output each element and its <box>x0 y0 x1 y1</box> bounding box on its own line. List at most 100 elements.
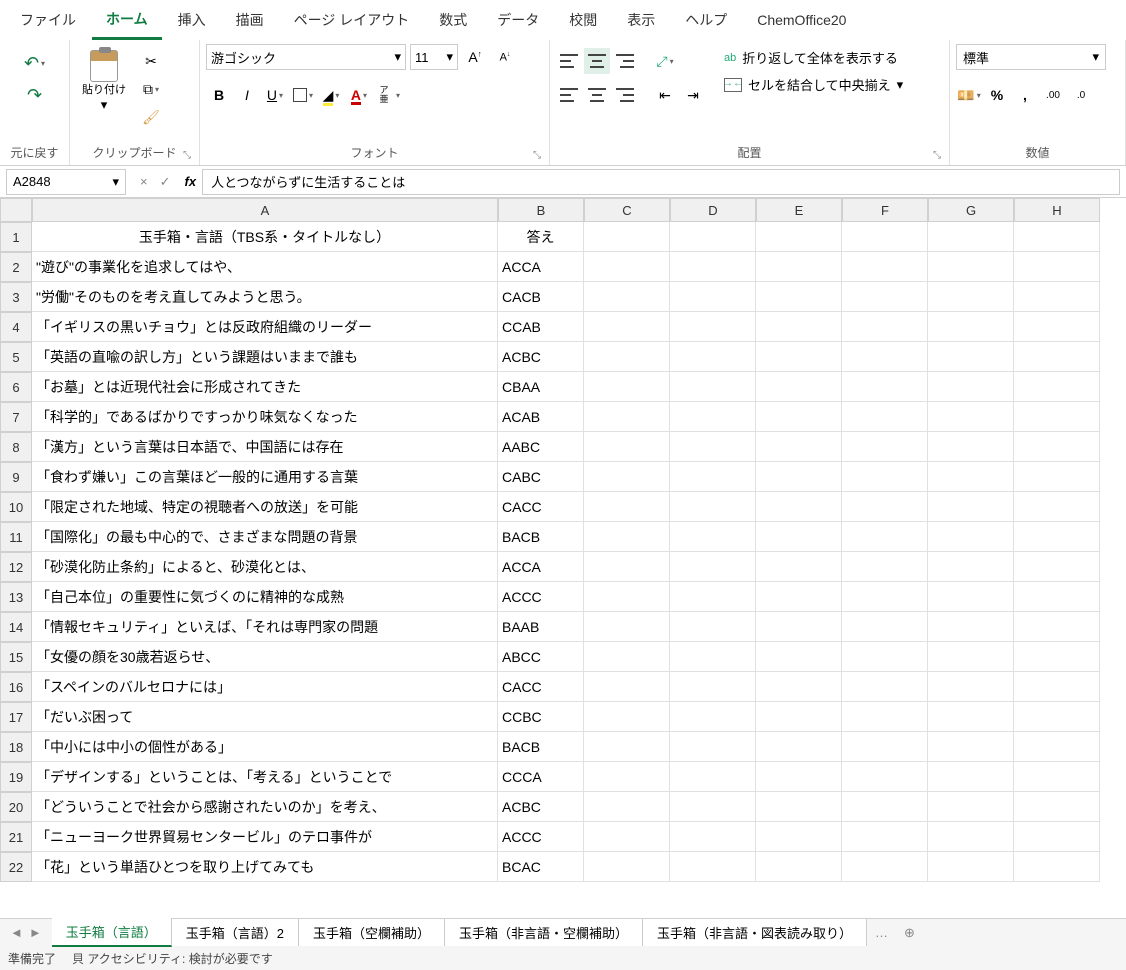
cell-empty[interactable] <box>670 372 756 402</box>
row-header-7[interactable]: 7 <box>0 402 32 432</box>
cell-empty[interactable] <box>670 222 756 252</box>
cell-A8[interactable]: 「漢方」という言葉は日本語で、中国語には存在 <box>32 432 498 462</box>
cell-empty[interactable] <box>584 222 670 252</box>
cell-empty[interactable] <box>842 522 928 552</box>
tab-home[interactable]: ホーム <box>92 1 162 40</box>
cell-empty[interactable] <box>756 402 842 432</box>
cell-empty[interactable] <box>670 492 756 522</box>
cell-empty[interactable] <box>756 522 842 552</box>
cell-A17[interactable]: 「だいぶ困って <box>32 702 498 732</box>
cell-empty[interactable] <box>842 792 928 822</box>
font-color-button[interactable]: A▾ <box>346 82 372 108</box>
cell-A9[interactable]: 「食わず嫌い」この言葉ほど一般的に通用する言葉 <box>32 462 498 492</box>
sheet-tab-1[interactable]: 玉手箱（言語） <box>52 918 172 947</box>
cell-A7[interactable]: 「科学的」であるばかりですっかり味気なくなった <box>32 402 498 432</box>
cell-empty[interactable] <box>584 432 670 462</box>
cell-empty[interactable] <box>1014 522 1100 552</box>
cell-empty[interactable] <box>1014 822 1100 852</box>
row-header-15[interactable]: 15 <box>0 642 32 672</box>
cell-empty[interactable] <box>928 312 1014 342</box>
cell-A12[interactable]: 「砂漠化防止条約」によると、砂漠化とは、 <box>32 552 498 582</box>
cell-empty[interactable] <box>1014 672 1100 702</box>
row-header-6[interactable]: 6 <box>0 372 32 402</box>
cell-empty[interactable] <box>584 672 670 702</box>
tab-formulas[interactable]: 数式 <box>425 2 481 38</box>
align-top-button[interactable] <box>556 48 582 74</box>
col-header-D[interactable]: D <box>670 198 756 222</box>
cell-empty[interactable] <box>756 372 842 402</box>
col-header-E[interactable]: E <box>756 198 842 222</box>
spreadsheet-grid[interactable]: ABCDEFGH1玉手箱・言語（TBS系・タイトルなし）答え2"遊び"の事業化を… <box>0 198 1126 918</box>
font-name-select[interactable]: 游ゴシック▾ <box>206 44 406 70</box>
col-header-H[interactable]: H <box>1014 198 1100 222</box>
row-header-5[interactable]: 5 <box>0 342 32 372</box>
cell-empty[interactable] <box>584 342 670 372</box>
row-header-10[interactable]: 10 <box>0 492 32 522</box>
sheet-tab-5[interactable]: 玉手箱（非言語・図表読み取り） <box>643 919 867 946</box>
col-header-A[interactable]: A <box>32 198 498 222</box>
redo-button[interactable]: ↷ <box>22 82 48 108</box>
row-header-14[interactable]: 14 <box>0 612 32 642</box>
cell-empty[interactable] <box>670 852 756 882</box>
merge-center-button[interactable]: セルを結合して中央揃え ▾ <box>724 75 903 94</box>
cut-button[interactable]: ✂ <box>138 48 164 74</box>
cell-empty[interactable] <box>928 492 1014 522</box>
tab-chemoffice[interactable]: ChemOffice20 <box>743 4 860 36</box>
col-header-F[interactable]: F <box>842 198 928 222</box>
enter-formula-button[interactable]: ✓ <box>156 172 175 192</box>
sheet-nav-next[interactable]: ► <box>29 925 42 940</box>
cell-empty[interactable] <box>756 462 842 492</box>
cell-empty[interactable] <box>842 762 928 792</box>
accessibility-status[interactable]: ⾙ アクセシビリティ: 検討が必要です <box>72 950 273 967</box>
cell-B2[interactable]: ACCA <box>498 252 584 282</box>
cell-empty[interactable] <box>928 582 1014 612</box>
cell-empty[interactable] <box>756 252 842 282</box>
cell-empty[interactable] <box>842 402 928 432</box>
cell-empty[interactable] <box>1014 762 1100 792</box>
italic-button[interactable]: I <box>234 82 260 108</box>
cell-empty[interactable] <box>670 522 756 552</box>
fx-label[interactable]: fx <box>179 174 203 189</box>
row-header-16[interactable]: 16 <box>0 672 32 702</box>
ruby-button[interactable]: ア 亜▾ <box>374 82 400 108</box>
underline-button[interactable]: U▾ <box>262 82 288 108</box>
decrease-decimal-button[interactable]: .0 <box>1068 82 1094 108</box>
cell-empty[interactable] <box>584 552 670 582</box>
cell-empty[interactable] <box>1014 852 1100 882</box>
cell-empty[interactable] <box>670 762 756 792</box>
cell-B20[interactable]: ACBC <box>498 792 584 822</box>
cell-empty[interactable] <box>1014 642 1100 672</box>
row-header-9[interactable]: 9 <box>0 462 32 492</box>
cell-empty[interactable] <box>842 492 928 522</box>
cell-empty[interactable] <box>756 702 842 732</box>
cell-empty[interactable] <box>928 342 1014 372</box>
cell-empty[interactable] <box>842 822 928 852</box>
cell-empty[interactable] <box>756 282 842 312</box>
cell-A4[interactable]: 「イギリスの黒いチョウ」とは反政府組織のリーダー <box>32 312 498 342</box>
cell-empty[interactable] <box>584 822 670 852</box>
cell-B19[interactable]: CCCA <box>498 762 584 792</box>
tab-page-layout[interactable]: ページ レイアウト <box>280 2 424 38</box>
cell-empty[interactable] <box>670 312 756 342</box>
cell-empty[interactable] <box>1014 732 1100 762</box>
cell-A19[interactable]: 「デザインする」ということは、「考える」ということで <box>32 762 498 792</box>
cell-empty[interactable] <box>756 732 842 762</box>
cell-empty[interactable] <box>1014 582 1100 612</box>
cell-empty[interactable] <box>1014 612 1100 642</box>
tab-help[interactable]: ヘルプ <box>671 2 741 38</box>
cell-empty[interactable] <box>756 222 842 252</box>
border-button[interactable]: ▾ <box>290 82 316 108</box>
bold-button[interactable]: B <box>206 82 232 108</box>
cell-empty[interactable] <box>928 552 1014 582</box>
cell-B6[interactable]: CBAA <box>498 372 584 402</box>
cell-B14[interactable]: BAAB <box>498 612 584 642</box>
cell-empty[interactable] <box>928 702 1014 732</box>
sheet-tabs-more[interactable]: … <box>867 925 896 940</box>
cell-empty[interactable] <box>670 282 756 312</box>
cell-B3[interactable]: CACB <box>498 282 584 312</box>
align-center-button[interactable] <box>584 82 610 108</box>
cell-empty[interactable] <box>670 552 756 582</box>
cell-empty[interactable] <box>842 672 928 702</box>
cell-empty[interactable] <box>756 582 842 612</box>
cell-empty[interactable] <box>928 792 1014 822</box>
